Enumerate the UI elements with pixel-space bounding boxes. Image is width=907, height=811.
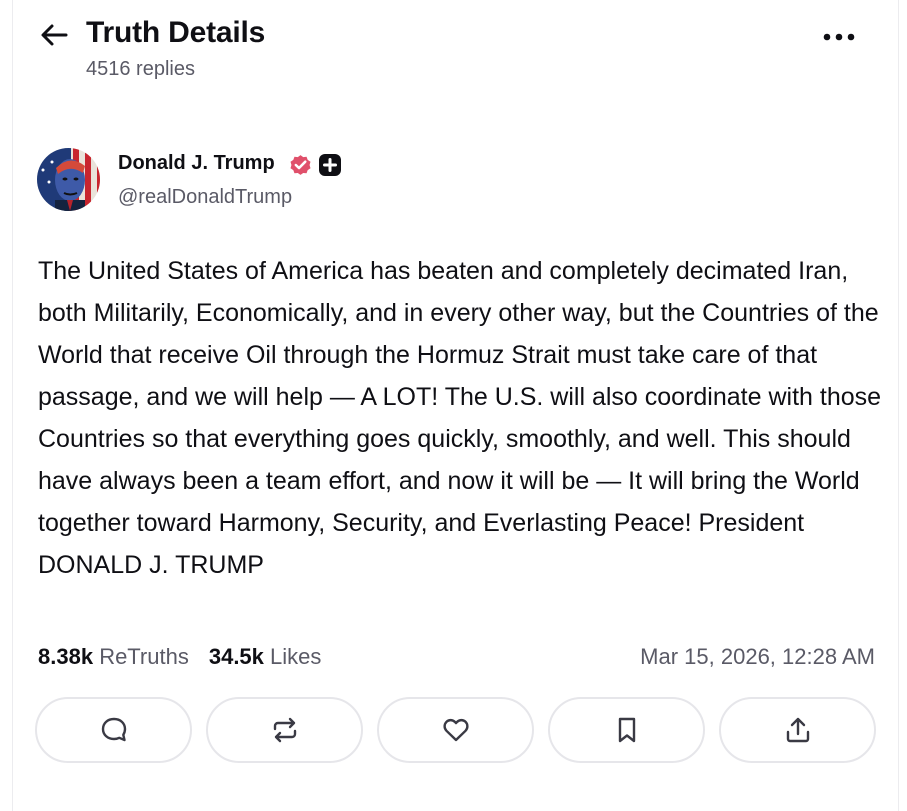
- plus-badge-icon: [319, 154, 341, 176]
- reply-count: 4516 replies: [86, 58, 195, 80]
- share-upload-icon: [786, 717, 809, 743]
- page-title: Truth Details: [86, 16, 266, 49]
- retruth-icon: [273, 717, 296, 743]
- retruths-count: 8.38k: [38, 644, 94, 669]
- author-name[interactable]: Donald J. Trump: [118, 152, 275, 175]
- more-options-button[interactable]: [818, 22, 860, 52]
- retruths-label: ReTruths: [99, 644, 189, 669]
- retruth-button[interactable]: [206, 697, 363, 763]
- likes-stat[interactable]: 34.5k Likes: [209, 644, 322, 670]
- share-button[interactable]: [719, 697, 876, 763]
- avatar-image: [37, 148, 100, 211]
- likes-label: Likes: [270, 644, 322, 669]
- reply-icon: [101, 717, 126, 742]
- avatar[interactable]: [37, 148, 100, 211]
- arrow-left-icon: [41, 24, 68, 46]
- post-text: The United States of America has beaten …: [38, 257, 882, 579]
- bookmark-button[interactable]: [548, 697, 705, 763]
- reply-button[interactable]: [35, 697, 192, 763]
- post-stats: 8.38k ReTruths 34.5k Likes: [38, 644, 321, 670]
- bookmark-icon: [618, 717, 635, 743]
- author-handle[interactable]: @realDonaldTrump: [118, 186, 292, 209]
- verified-icon: [290, 155, 311, 175]
- back-button[interactable]: [36, 20, 72, 50]
- like-button[interactable]: [377, 697, 534, 763]
- post-timestamp: Mar 15, 2026, 12:28 AM: [640, 644, 875, 669]
- retruths-stat[interactable]: 8.38k ReTruths: [38, 644, 189, 670]
- more-horizontal-icon: [823, 33, 855, 41]
- likes-count: 34.5k: [208, 644, 264, 669]
- like-heart-icon: [442, 718, 469, 742]
